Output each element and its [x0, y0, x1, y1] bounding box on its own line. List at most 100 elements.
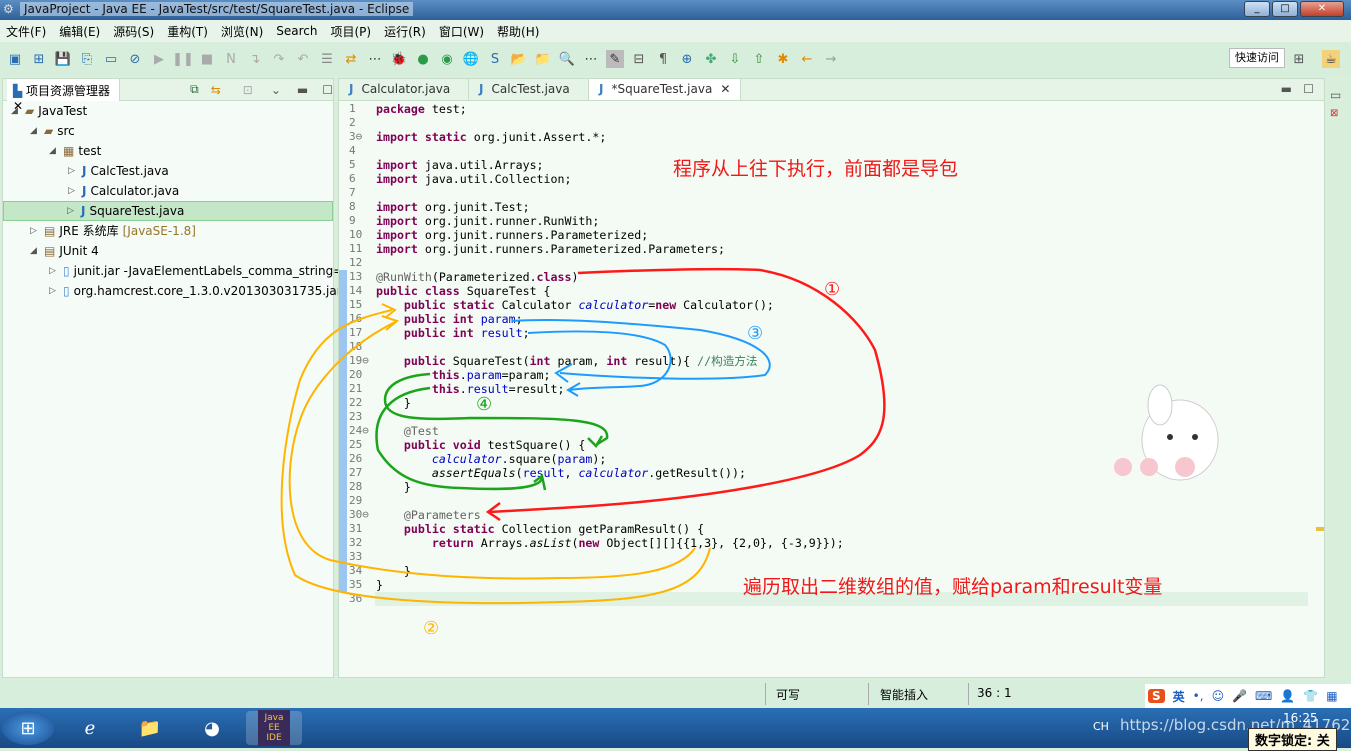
- project-explorer-tab[interactable]: ▙ 项目资源管理器 ✕: [7, 78, 121, 113]
- menu-item[interactable]: 文件(F): [6, 23, 46, 40]
- open-type-icon[interactable]: 📂: [510, 50, 528, 68]
- expanded-arrow-icon[interactable]: ◢: [11, 101, 21, 121]
- collapsed-arrow-icon[interactable]: ▷: [68, 161, 78, 181]
- tree-item[interactable]: ▷ J SquareTest.java: [3, 201, 333, 221]
- new-server-icon[interactable]: S: [486, 50, 504, 68]
- disconnect-icon[interactable]: N: [222, 50, 240, 68]
- whitespace-icon[interactable]: ¶: [654, 50, 672, 68]
- expanded-arrow-icon[interactable]: ◢: [49, 141, 59, 161]
- save-icon[interactable]: 💾: [54, 50, 72, 68]
- maximize-view-icon[interactable]: ☐: [322, 83, 333, 97]
- debug-icon[interactable]: 🐞: [390, 50, 408, 68]
- tree-item[interactable]: ◢ ▤ JUnit 4: [30, 241, 99, 261]
- save-all-icon[interactable]: ⎘: [78, 50, 96, 68]
- tree-item[interactable]: ▷ ▯ junit.jar -JavaElementLabels_comma_str…: [49, 261, 343, 281]
- prev-annotation-icon[interactable]: ⇧: [750, 50, 768, 68]
- menu-item[interactable]: 运行(R): [384, 23, 426, 40]
- search-icon[interactable]: 🔍: [558, 50, 576, 68]
- last-edit-icon[interactable]: ✱: [774, 50, 792, 68]
- coverage-icon[interactable]: ◉: [438, 50, 456, 68]
- plugin-icon[interactable]: ✤: [702, 50, 720, 68]
- tree-item[interactable]: ◢ ▦ test: [49, 141, 101, 161]
- step-over-icon[interactable]: ↷: [270, 50, 288, 68]
- new-web-icon[interactable]: 🌐: [462, 50, 480, 68]
- terminal-icon[interactable]: ▭: [102, 50, 120, 68]
- menu-item[interactable]: 帮助(H): [497, 23, 539, 40]
- view-menu-icon[interactable]: ⌄: [271, 83, 281, 97]
- user-icon[interactable]: 👤: [1280, 689, 1295, 703]
- input-language[interactable]: CH: [1093, 720, 1109, 733]
- terminate-icon[interactable]: ■: [198, 50, 216, 68]
- chrome-icon[interactable]: ◕: [184, 711, 240, 745]
- tree-item[interactable]: ▷ J Calculator.java: [68, 181, 179, 201]
- collapsed-arrow-icon[interactable]: ▷: [68, 181, 78, 201]
- maximize-button[interactable]: □: [1272, 1, 1298, 17]
- focus-icon[interactable]: ⊡: [243, 83, 253, 97]
- tree-item[interactable]: ◢ ▰ src: [30, 121, 75, 141]
- ime-punctuation[interactable]: •,: [1193, 689, 1204, 703]
- editor-tab[interactable]: J Calculator.java: [339, 79, 469, 100]
- maximize-editor-icon[interactable]: ☐: [1303, 82, 1314, 96]
- collapsed-arrow-icon[interactable]: ▷: [49, 261, 59, 281]
- menu-item[interactable]: 源码(S): [113, 23, 154, 40]
- ime-language[interactable]: 英: [1173, 688, 1185, 705]
- step-into-icon[interactable]: ↴: [246, 50, 264, 68]
- tree-item[interactable]: ▷ ▤ JRE 系统库 [JavaSE-1.8]: [30, 221, 196, 241]
- tree-item[interactable]: ◢ ▰ JavaTest: [11, 101, 87, 121]
- skin-icon[interactable]: 👕: [1303, 689, 1318, 703]
- ie-icon[interactable]: ℯ: [62, 711, 118, 745]
- expanded-arrow-icon[interactable]: ◢: [30, 121, 40, 141]
- toolbox-icon[interactable]: ▦: [1326, 689, 1337, 703]
- minimize-editor-icon[interactable]: ▬: [1281, 82, 1292, 96]
- suspend-icon[interactable]: ❚❚: [172, 50, 194, 68]
- forward-icon[interactable]: →: [822, 50, 840, 68]
- start-button[interactable]: ⊞: [2, 711, 54, 745]
- microphone-icon[interactable]: 🎤: [1232, 689, 1247, 703]
- new-class-icon[interactable]: ⊞: [30, 50, 48, 68]
- menu-item[interactable]: 编辑(E): [59, 23, 100, 40]
- next-annotation-icon[interactable]: ⇩: [726, 50, 744, 68]
- block-select-icon[interactable]: ⊟: [630, 50, 648, 68]
- collapsed-arrow-icon[interactable]: ▷: [49, 281, 59, 301]
- problems-icon[interactable]: ⊠: [1330, 108, 1338, 119]
- tree-item[interactable]: ▷ ▯ org.hamcrest.core_1.3.0.v201303031735.…: [49, 281, 342, 301]
- menu-item[interactable]: 浏览(N): [221, 23, 263, 40]
- sogou-ime-icon[interactable]: S: [1148, 689, 1165, 703]
- open-task-icon[interactable]: 📁: [534, 50, 552, 68]
- menu-item[interactable]: Search: [276, 24, 317, 38]
- breakpoint-icon[interactable]: ⋯: [366, 50, 384, 68]
- link-editor-icon[interactable]: ⇆: [211, 83, 221, 97]
- back-icon[interactable]: ←: [798, 50, 816, 68]
- minimize-button[interactable]: _: [1244, 1, 1270, 17]
- keyboard-icon[interactable]: ⌨: [1255, 689, 1272, 703]
- run-icon[interactable]: ●: [414, 50, 432, 68]
- quick-access-input[interactable]: 快速访问: [1229, 48, 1285, 68]
- skip-breakpoints-icon[interactable]: ⊘: [126, 50, 144, 68]
- drop-frame-icon[interactable]: ☰: [318, 50, 336, 68]
- open-perspective-icon[interactable]: ⊞: [1290, 50, 1308, 68]
- step-return-icon[interactable]: ↶: [294, 50, 312, 68]
- use-step-filters-icon[interactable]: ⇄: [342, 50, 360, 68]
- expanded-arrow-icon[interactable]: ◢: [30, 241, 40, 261]
- tree-item[interactable]: ▷ J CalcTest.java: [68, 161, 169, 181]
- close-tab-icon[interactable]: ✕: [720, 82, 730, 97]
- eclipse-taskbar-button[interactable]: Java EE IDE: [246, 710, 302, 746]
- menu-item[interactable]: 重构(T): [167, 23, 208, 40]
- restore-icon[interactable]: ▭: [1330, 88, 1341, 102]
- close-button[interactable]: ✕: [1300, 1, 1344, 17]
- emoji-icon[interactable]: ☺: [1212, 689, 1225, 703]
- menu-item[interactable]: 窗口(W): [439, 23, 484, 40]
- highlight-icon[interactable]: ✎: [606, 50, 624, 68]
- collapse-all-icon[interactable]: ⧉: [190, 82, 199, 97]
- file-explorer-icon[interactable]: 📁: [122, 711, 178, 745]
- collapsed-arrow-icon[interactable]: ▷: [67, 201, 77, 221]
- toggle-mark-icon[interactable]: ⋯: [582, 50, 600, 68]
- new-icon[interactable]: ▣: [6, 50, 24, 68]
- clock[interactable]: 16:25: [1283, 711, 1318, 725]
- editor-tab[interactable]: J *SquareTest.java ✕: [589, 79, 742, 100]
- collapsed-arrow-icon[interactable]: ▷: [30, 221, 40, 241]
- java-ee-perspective-icon[interactable]: ☕: [1322, 50, 1340, 68]
- globe-icon[interactable]: ⊕: [678, 50, 696, 68]
- editor-tab[interactable]: J CalcTest.java: [469, 79, 589, 100]
- menu-item[interactable]: 项目(P): [331, 23, 372, 40]
